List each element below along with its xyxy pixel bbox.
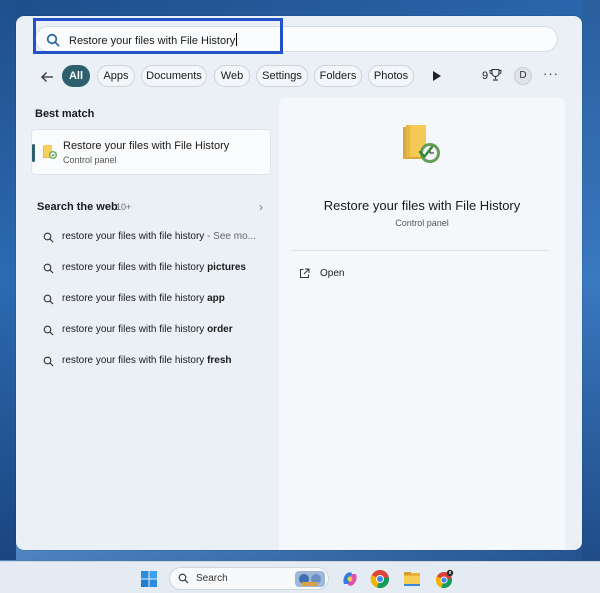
start-search-panel: Restore your files with File History All…: [16, 16, 582, 550]
web-result-suffix: order: [207, 324, 233, 335]
web-result-text: restore your files with file history: [62, 355, 208, 366]
tab-documents[interactable]: Documents: [141, 65, 207, 87]
tab-web[interactable]: Web: [214, 65, 250, 87]
rewards-count: 9: [482, 70, 489, 82]
chrome-canary-icon[interactable]: [434, 569, 454, 589]
tab-apps[interactable]: Apps: [97, 65, 135, 87]
preview-title: Restore your files with File History: [323, 198, 521, 213]
web-result-item[interactable]: restore your files with file history - S…: [31, 228, 271, 248]
windows-start-icon[interactable]: [140, 570, 158, 588]
search-icon: [43, 356, 54, 367]
tab-photos[interactable]: Photos: [368, 65, 414, 87]
back-arrow-icon[interactable]: [38, 67, 56, 87]
play-icon[interactable]: [432, 70, 442, 82]
search-icon: [178, 573, 189, 584]
web-result-suffix: app: [207, 293, 225, 304]
search-icon: [43, 232, 54, 243]
search-input[interactable]: Restore your files with File History: [69, 33, 238, 47]
tab-settings[interactable]: Settings: [256, 65, 308, 87]
chrome-icon[interactable]: [370, 569, 390, 589]
search-icon: [43, 325, 54, 336]
text-caret: [236, 33, 238, 46]
web-result-text: restore your files with file history: [62, 231, 205, 242]
taskbar-search-label: Search: [196, 573, 228, 584]
rewards-trophy-icon[interactable]: [489, 68, 502, 82]
tab-all[interactable]: All: [62, 65, 90, 87]
preview-pane: Restore your files with File History Con…: [279, 98, 565, 550]
open-external-icon: [300, 268, 310, 278]
search-icon: [46, 33, 60, 47]
web-result-text: restore your files with file history: [62, 293, 208, 304]
preview-subtitle: Control panel: [395, 218, 449, 228]
more-options-button[interactable]: ···: [543, 66, 559, 81]
open-label: Open: [320, 268, 345, 279]
web-result-item[interactable]: restore your files with file history app: [31, 290, 271, 310]
best-match-subtitle: Control panel: [63, 155, 117, 165]
divider: [291, 250, 549, 251]
web-result-text: restore your files with file history: [62, 262, 208, 273]
search-icon: [43, 263, 54, 274]
desktop-wallpaper-left: [0, 0, 16, 560]
copilot-icon[interactable]: [340, 569, 360, 589]
best-match-title: Restore your files with File History: [63, 140, 230, 152]
avatar[interactable]: D: [514, 67, 532, 85]
filter-bar: All Apps Documents Web Settings Folders …: [16, 65, 582, 89]
web-result-suffix: fresh: [207, 355, 232, 366]
desktop-wallpaper-right: [582, 0, 600, 560]
selection-indicator: [32, 144, 35, 162]
web-result-text: restore your files with file history: [62, 324, 208, 335]
best-match-item[interactable]: Restore your files with File History Con…: [31, 129, 271, 175]
search-web-heading: Search the web: [37, 201, 118, 213]
web-result-suffix: pictures: [207, 262, 246, 273]
web-results-count: 10+: [116, 202, 132, 212]
chevron-right-icon: ›: [259, 200, 263, 214]
web-result-hint: - See mo...: [204, 231, 256, 242]
file-history-icon: [43, 145, 57, 159]
search-web-header[interactable]: Search the web 10+ ›: [37, 200, 267, 215]
search-icon: [43, 294, 54, 305]
open-button[interactable]: Open: [299, 266, 379, 282]
web-result-item[interactable]: restore your files with file history ord…: [31, 321, 271, 341]
best-match-heading: Best match: [35, 108, 95, 120]
web-result-item[interactable]: restore your files with file history fre…: [31, 352, 271, 372]
file-explorer-icon[interactable]: [402, 569, 422, 589]
search-box[interactable]: Restore your files with File History: [35, 26, 558, 52]
web-result-item[interactable]: restore your files with file history pic…: [31, 259, 271, 279]
file-history-icon: [403, 125, 440, 163]
tab-folders[interactable]: Folders: [314, 65, 362, 87]
search-highlight-illustration-icon: [295, 571, 325, 587]
taskbar-search-box[interactable]: Search: [169, 567, 329, 590]
taskbar: Search: [0, 561, 600, 593]
